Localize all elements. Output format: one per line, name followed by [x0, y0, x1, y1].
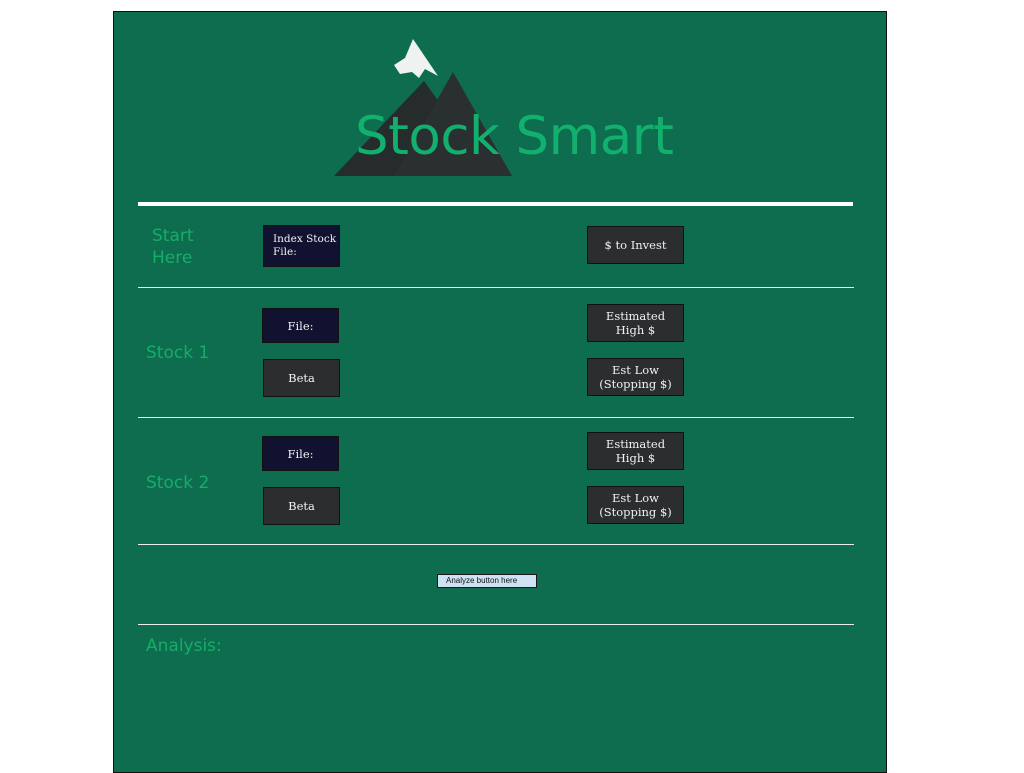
app-panel: Stock Smart Start Here Index Stock File:…	[113, 11, 887, 773]
stock-2-beta-input[interactable]: Beta	[263, 487, 340, 525]
analysis-label: Analysis:	[146, 636, 222, 656]
stock-2-file-input[interactable]: File:	[262, 436, 339, 471]
stock-2-estimated-low-input[interactable]: Est Low (Stopping $)	[587, 486, 684, 524]
stock-2-label: Stock 2	[146, 473, 210, 493]
stock-1-estimated-high-input[interactable]: Estimated High $	[587, 304, 684, 342]
stock-1-label: Stock 1	[146, 343, 210, 363]
stock-1-beta-input[interactable]: Beta	[263, 359, 340, 397]
stock-smart-logo: Stock Smart	[334, 34, 694, 184]
stock-1-estimated-low-input[interactable]: Est Low (Stopping $)	[587, 358, 684, 396]
logo-title: Stock Smart	[355, 106, 674, 167]
analyze-button[interactable]: Analyze button here	[437, 574, 537, 588]
section-divider	[138, 544, 854, 545]
section-divider	[138, 417, 854, 418]
header-divider	[138, 202, 853, 206]
invest-amount-input[interactable]: $ to Invest	[587, 226, 684, 264]
start-here-label: Start Here	[152, 226, 194, 268]
stock-2-estimated-high-input[interactable]: Estimated High $	[587, 432, 684, 470]
stock-1-file-input[interactable]: File:	[262, 308, 339, 343]
index-stock-file-input[interactable]: Index Stock File:	[263, 225, 340, 267]
section-divider	[138, 287, 854, 288]
section-divider	[138, 624, 854, 625]
